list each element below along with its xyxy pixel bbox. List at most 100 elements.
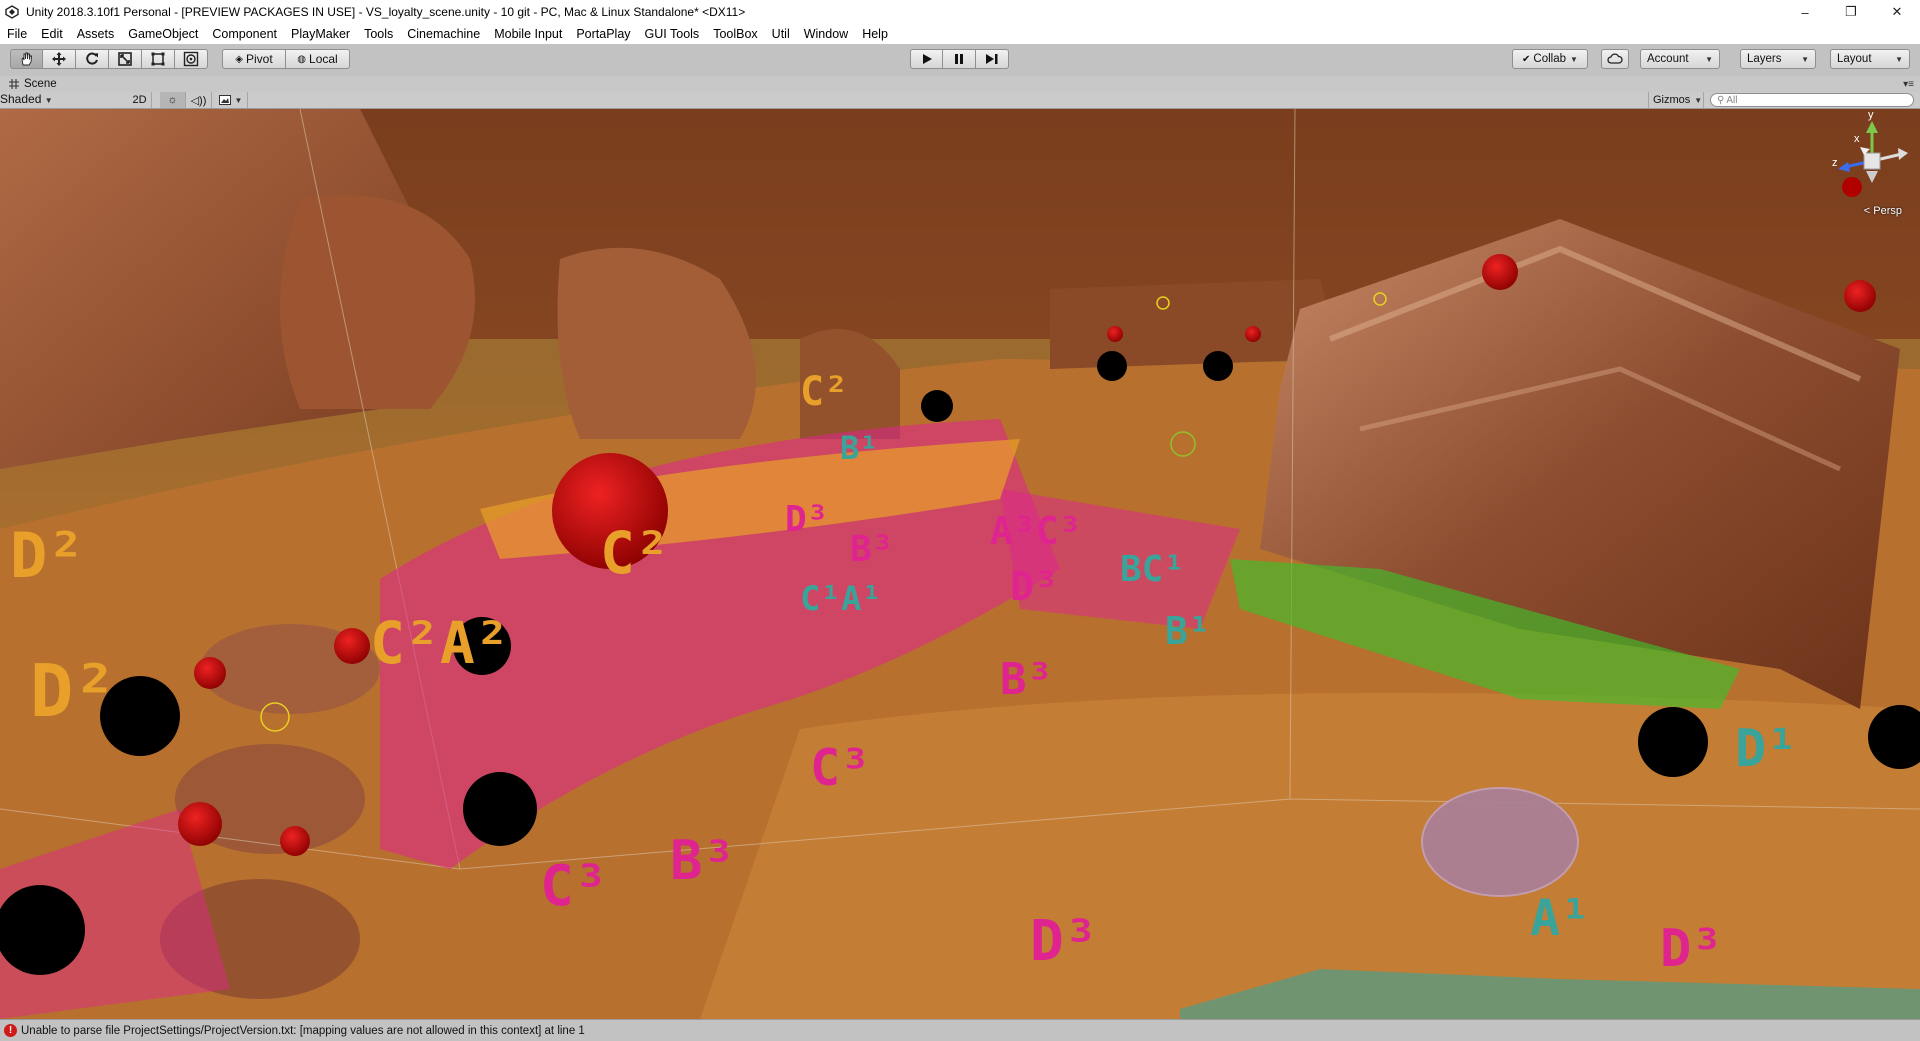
collab-label: Collab: [1533, 53, 1567, 65]
scene-render: [0, 109, 1920, 1019]
rotate-tool-icon[interactable]: [76, 49, 109, 69]
red-sphere: [1245, 326, 1261, 342]
local-button[interactable]: ◍ Local: [286, 49, 350, 69]
floating-label: D³: [785, 499, 829, 540]
status-message: Unable to parse file ProjectSettings/Pro…: [21, 1024, 585, 1037]
2d-toggle[interactable]: 2D: [128, 92, 152, 108]
gizmos-dropdown[interactable]: Gizmos ▼: [1648, 92, 1704, 108]
menu-help[interactable]: Help: [855, 24, 895, 44]
shading-mode-dropdown[interactable]: Shaded ▼: [0, 92, 124, 106]
black-sphere: [463, 772, 537, 846]
effects-dropdown[interactable]: ▼: [214, 92, 248, 108]
menu-component[interactable]: Component: [205, 24, 284, 44]
floating-label: B¹: [1165, 609, 1211, 653]
play-button[interactable]: [910, 49, 943, 69]
check-icon: ✔: [1522, 53, 1531, 65]
floating-label: BC¹: [1120, 549, 1186, 590]
chevron-down-icon: ▼: [1570, 54, 1578, 64]
step-icon: [986, 54, 998, 64]
account-dropdown[interactable]: Account ▼: [1640, 49, 1720, 69]
chevron-down-icon: ▼: [1801, 54, 1809, 64]
layers-label: Layers: [1747, 53, 1782, 65]
red-sphere: [334, 628, 370, 664]
layout-label: Layout: [1837, 53, 1872, 65]
image-icon: [218, 95, 231, 105]
maximize-button[interactable]: ❐: [1828, 0, 1874, 24]
menu-playmaker[interactable]: PlayMaker: [284, 24, 357, 44]
hand-tool-icon[interactable]: [10, 49, 43, 69]
unity-logo-icon: [4, 4, 20, 20]
pause-button[interactable]: [943, 49, 976, 69]
axis-x-label: x: [1854, 133, 1860, 145]
chevron-down-icon: ▼: [234, 95, 243, 105]
minimize-button[interactable]: –: [1782, 0, 1828, 24]
axis-y-label: y: [1868, 109, 1874, 121]
floating-label: D¹: [1735, 719, 1798, 779]
pivot-label: Pivot: [246, 52, 273, 66]
scene-grid-icon: [9, 79, 19, 89]
layout-dropdown[interactable]: Layout ▼: [1830, 49, 1910, 69]
window-title: Unity 2018.3.10f1 Personal - [PREVIEW PA…: [26, 5, 746, 19]
pivot-icon: ◈: [235, 53, 243, 65]
pause-icon: [955, 54, 963, 64]
pivot-button[interactable]: ◈ Pivot: [222, 49, 286, 69]
floating-label: D³: [1010, 564, 1059, 610]
step-button[interactable]: [976, 49, 1009, 69]
red-sphere: [1107, 326, 1123, 342]
menu-gameobject[interactable]: GameObject: [121, 24, 205, 44]
menu-tools[interactable]: Tools: [357, 24, 400, 44]
scale-tool-icon[interactable]: [109, 49, 142, 69]
floating-label: C³: [540, 854, 608, 919]
scene-options-bar: Shaded ▼ 2D ☼ ◁)) ▼ Gizmos ▼ ⚲ All: [0, 92, 1920, 109]
floating-label: C²A²: [370, 609, 510, 677]
scene-tab-bar: Scene ▾≡: [0, 76, 1920, 92]
floating-label: C³: [810, 739, 871, 797]
orientation-gizmo[interactable]: y z x: [1810, 109, 1920, 219]
chevron-down-icon: ▼: [1895, 54, 1903, 64]
sun-icon: ☼: [167, 94, 178, 106]
scene-tab-label[interactable]: Scene: [24, 78, 57, 90]
floating-label: C²: [800, 369, 849, 415]
layers-dropdown[interactable]: Layers ▼: [1740, 49, 1816, 69]
local-label: Local: [309, 52, 338, 66]
scene-search-input[interactable]: ⚲ All: [1710, 93, 1914, 107]
menu-gui-tools[interactable]: GUI Tools: [638, 24, 707, 44]
menu-portaplay[interactable]: PortaPlay: [569, 24, 637, 44]
floating-label: C¹A¹: [800, 579, 882, 619]
collab-dropdown[interactable]: ✔ Collab ▼: [1512, 49, 1588, 69]
menu-assets[interactable]: Assets: [70, 24, 122, 44]
chevron-down-icon: ▼: [1694, 95, 1703, 105]
menu-mobile-input[interactable]: Mobile Input: [487, 24, 569, 44]
menu-util[interactable]: Util: [765, 24, 797, 44]
black-sphere: [1203, 351, 1233, 381]
cloud-button[interactable]: [1601, 49, 1629, 69]
floating-label: B³: [670, 829, 736, 892]
transform-tool-icon[interactable]: [175, 49, 208, 69]
move-tool-icon[interactable]: [43, 49, 76, 69]
menu-file[interactable]: File: [0, 24, 34, 44]
menu-window[interactable]: Window: [797, 24, 855, 44]
audio-toggle[interactable]: ◁)): [186, 92, 212, 108]
status-bar[interactable]: ! Unable to parse file ProjectSettings/P…: [0, 1019, 1920, 1041]
cloud-icon: [1607, 53, 1623, 64]
floating-label: D²: [30, 649, 117, 733]
close-button[interactable]: ✕: [1874, 0, 1920, 24]
red-sphere: [178, 802, 222, 846]
rect-tool-icon[interactable]: [142, 49, 175, 69]
gizmos-label: Gizmos: [1653, 94, 1691, 106]
scene-viewport[interactable]: D² D² C² C²A² C² B¹ C¹A¹ B¹ BC¹ D¹ A¹ D³…: [0, 109, 1920, 1019]
menu-edit[interactable]: Edit: [34, 24, 70, 44]
red-sphere: [280, 826, 310, 856]
floating-label: D³: [1660, 919, 1723, 979]
menu-cinemachine[interactable]: Cinemachine: [400, 24, 487, 44]
account-label: Account: [1647, 53, 1689, 65]
black-sphere: [1638, 707, 1708, 777]
title-bar: Unity 2018.3.10f1 Personal - [PREVIEW PA…: [0, 0, 1920, 24]
axis-z-label: z: [1832, 157, 1838, 169]
search-icon: ⚲: [1717, 94, 1725, 106]
tab-menu-icon[interactable]: ▾≡: [1903, 79, 1914, 90]
play-icon: [922, 54, 932, 64]
lighting-toggle[interactable]: ☼: [160, 92, 186, 108]
menu-toolbox[interactable]: ToolBox: [706, 24, 764, 44]
projection-label[interactable]: < Persp: [1864, 205, 1902, 217]
